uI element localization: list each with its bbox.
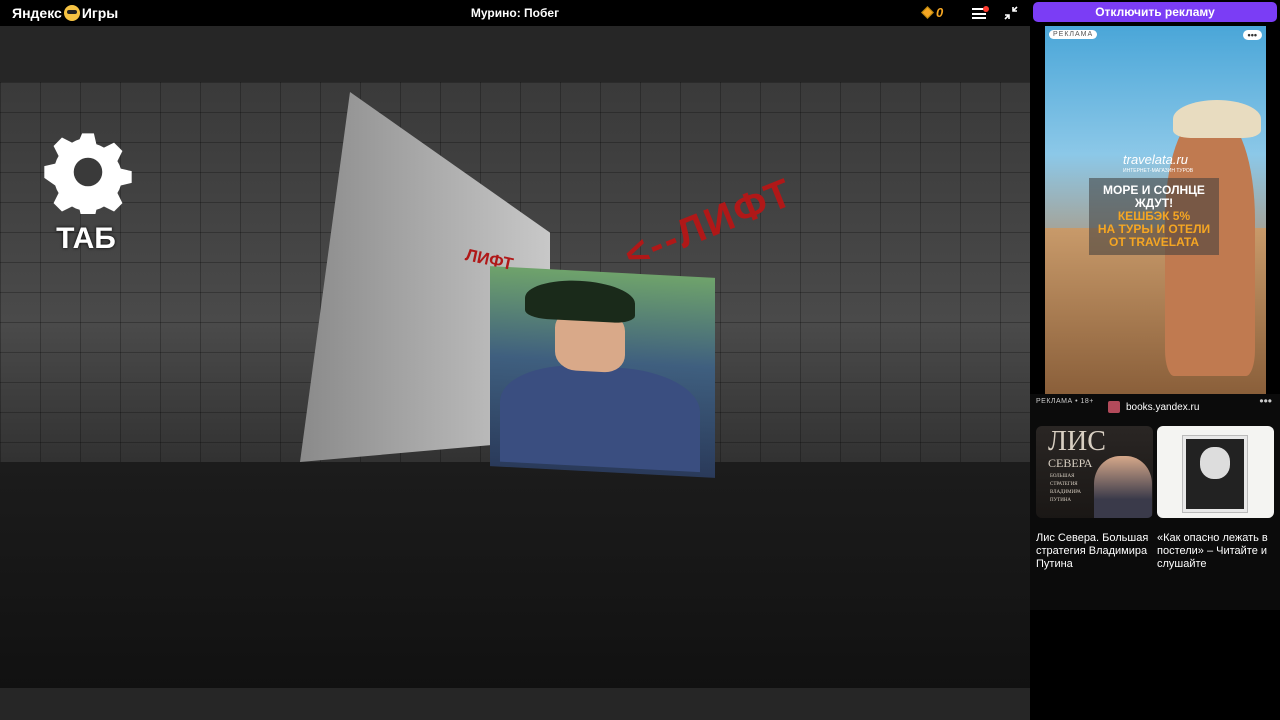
top-bar: Яндекс Игры Мурино: Побег 0 [0,0,1030,26]
books-ad-label: РЕКЛАМА • 18+ [1036,398,1094,405]
game-title: Мурино: Побег [470,6,560,20]
books-more-button[interactable]: ••• [1259,394,1272,408]
corridor-floor [0,462,1030,688]
ad-banner-travelata[interactable]: РЕКЛАМА ••• travelata.ru ИНТЕРНЕТ-МАГАЗИ… [1045,26,1266,394]
author-portrait [1183,436,1247,512]
book-cover [1157,426,1274,518]
book-caption: Лис Севера. Большая стратегия Владимира … [1036,532,1149,570]
books-source-icon [1108,401,1120,413]
disable-ads-button[interactable]: Отключить рекламу [1033,2,1277,22]
book-caption: «Как опасно лежать в постели» – Читайте … [1157,532,1268,570]
gear-icon [44,130,132,221]
menu-icon[interactable] [972,6,989,19]
books-source-domain: books.yandex.ru [1126,401,1200,413]
banner-promo: МОРЕ И СОЛНЦЕ ЖДУТ! КЕШБЭК 5% НА ТУРЫ И … [1089,178,1219,255]
coin-icon [921,6,934,19]
game-viewport[interactable]: ЛИФТ <--ЛИФТ ТАБ [0,26,1030,720]
banner-brand-subtitle: ИНТЕРНЕТ-МАГАЗИН ТУРОВ [1123,168,1194,174]
author-portrait [1094,456,1152,518]
ads-sidebar: Отключить рекламу РЕКЛАМА ••• travelata.… [1030,0,1280,720]
exit-fullscreen-icon[interactable] [1004,6,1018,20]
books-source[interactable]: books.yandex.ru [1108,401,1199,413]
notification-dot [983,6,989,12]
coin-balance[interactable]: 0 [921,5,944,20]
book-card-lis-severa[interactable]: ЛИС СЕВЕРА БОЛЬШАЯ СТРАТЕГИЯ ВЛАДИМИРА П… [1036,426,1153,571]
settings-key-label: ТАБ [56,222,116,255]
police-officer-image [490,266,715,478]
ad-options-button[interactable]: ••• [1242,30,1262,40]
book-card-mark-twain[interactable]: «Как опасно лежать в постели» – Читайте … [1157,426,1274,571]
game-scene[interactable]: ЛИФТ <--ЛИФТ [0,82,1030,688]
ad-label: РЕКЛАМА [1049,30,1098,39]
banner-brand: travelata.ru [1123,152,1189,167]
books-ad-block: РЕКЛАМА • 18+ books.yandex.ru ••• ЛИС СЕ… [1030,394,1280,610]
settings-button[interactable]: ТАБ [44,130,134,256]
coin-count: 0 [936,5,944,20]
book-cover: ЛИС СЕВЕРА БОЛЬШАЯ СТРАТЕГИЯ ВЛАДИМИРА П… [1036,426,1153,518]
